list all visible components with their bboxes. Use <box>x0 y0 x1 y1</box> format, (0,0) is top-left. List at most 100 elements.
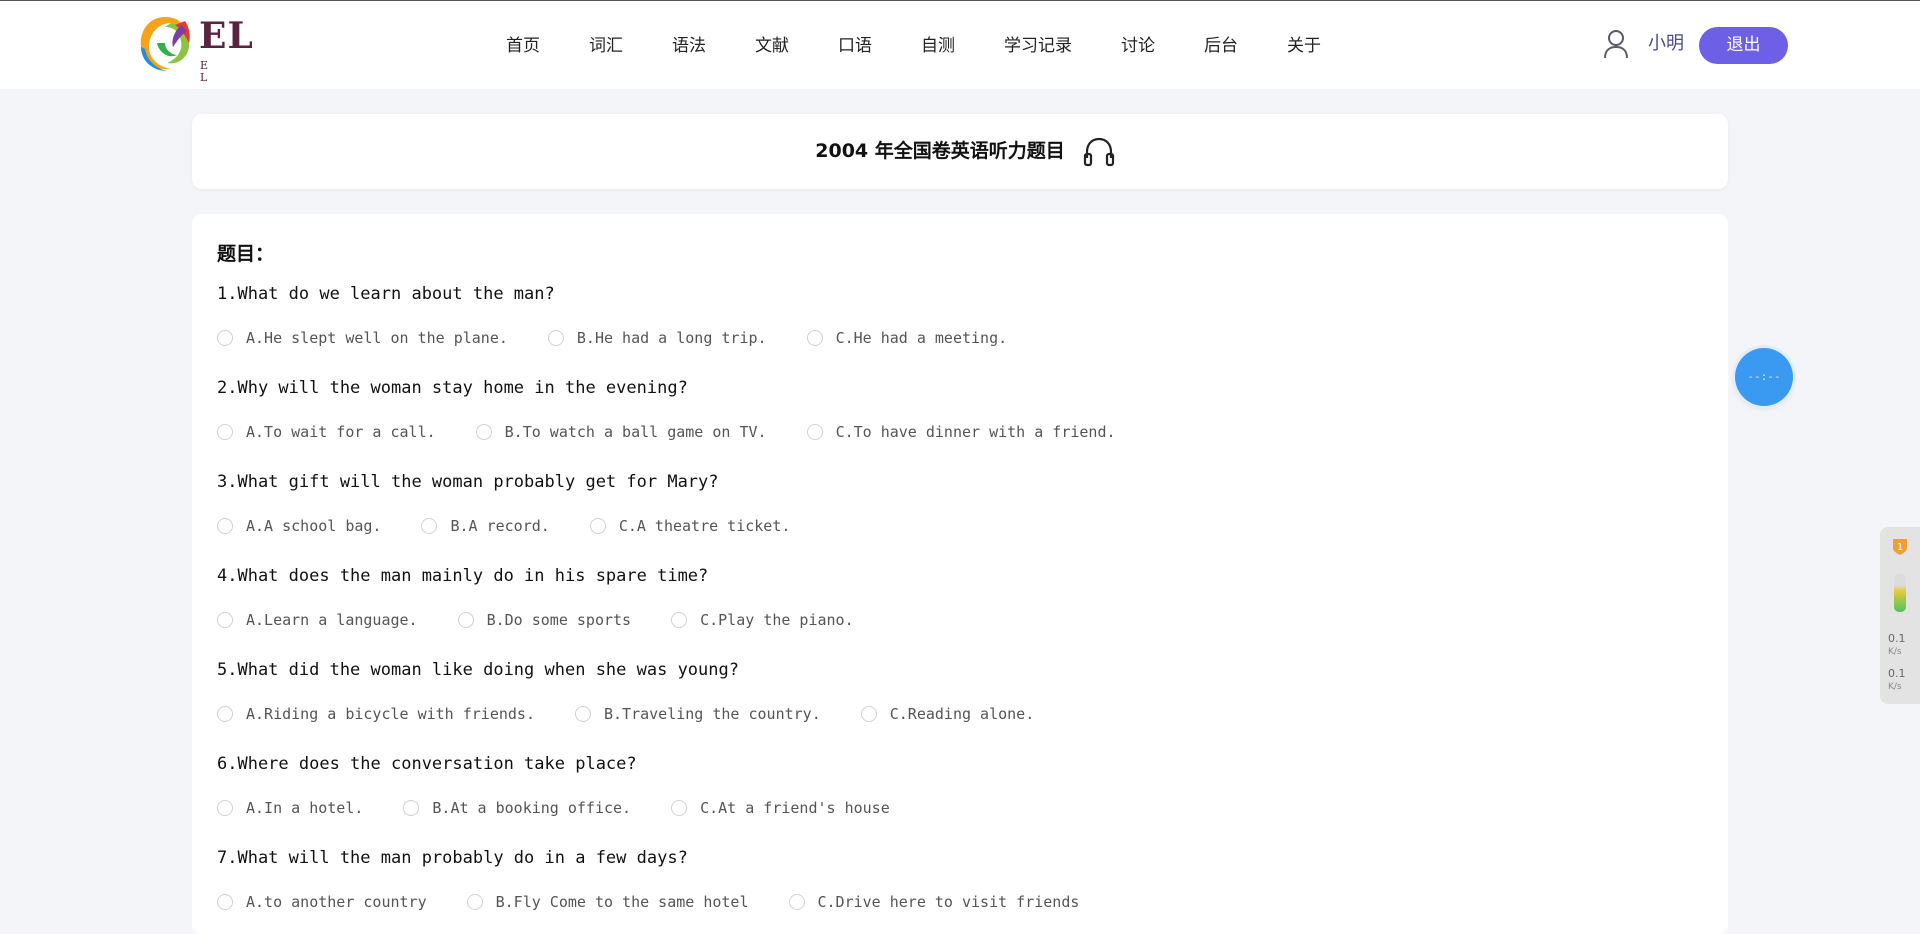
nav-item-study-records[interactable]: 学习记录 <box>1004 28 1072 64</box>
answer-option[interactable]: C.Play the piano. <box>671 610 854 630</box>
nav-item-speaking[interactable]: 口语 <box>838 28 872 64</box>
radio-button[interactable] <box>671 612 688 628</box>
question-item: 4.What does the man mainly do in his spa… <box>217 564 894 630</box>
answer-option[interactable]: B.He had a long trip. <box>547 328 767 348</box>
nav-item-vocabulary[interactable]: 词汇 <box>589 28 623 64</box>
timer-button[interactable]: --:-- <box>1735 348 1793 406</box>
nav-item-literature[interactable]: 文献 <box>755 28 789 64</box>
nav-item-about[interactable]: 关于 <box>1287 28 1321 64</box>
radio-button[interactable] <box>671 800 688 816</box>
nav-item-self-test[interactable]: 自测 <box>921 28 955 64</box>
answer-option[interactable]: C.At a friend's house <box>671 798 890 818</box>
option-text: A.A school bag. <box>246 517 382 535</box>
site-logo[interactable]: EL E L <box>137 13 257 84</box>
radio-button[interactable] <box>475 424 492 440</box>
question-text: 3.What gift will the woman probably get … <box>217 472 719 492</box>
option-text: A.To wait for a call. <box>246 423 436 441</box>
answer-option[interactable]: B.Fly Come to the same hotel <box>466 892 749 912</box>
option-text: C.At a friend's house <box>700 799 890 817</box>
option-text: B.Traveling the country. <box>603 705 821 723</box>
answer-option[interactable]: B.To watch a ball game on TV. <box>475 422 767 442</box>
radio-button[interactable] <box>574 706 591 722</box>
username-label[interactable]: 小明 <box>1648 31 1684 57</box>
download-unit: K/s <box>1888 682 1902 692</box>
answer-option[interactable]: A.To wait for a call. <box>217 422 436 442</box>
answer-options: A.In a hotel. B.At a booking office. C.At … <box>217 798 930 818</box>
nav-item-grammar[interactable]: 语法 <box>672 28 706 64</box>
option-text: B.Do some sports <box>486 611 632 629</box>
radio-button[interactable] <box>806 330 823 346</box>
answer-option[interactable]: C.He had a meeting. <box>806 328 1008 348</box>
answer-option[interactable]: A.to another country <box>217 892 427 912</box>
answer-options: A.To wait for a call. B.To watch a ball g… <box>217 422 1156 442</box>
answer-option[interactable]: B.Do some sports <box>457 610 632 630</box>
option-text: A.He slept well on the plane. <box>246 329 508 347</box>
radio-button[interactable] <box>217 424 233 440</box>
upload-unit: K/s <box>1888 647 1902 657</box>
answer-option[interactable]: C.To have dinner with a friend. <box>806 422 1116 442</box>
option-text: B.At a booking office. <box>432 799 632 817</box>
answer-option[interactable]: B.A record. <box>421 516 550 536</box>
question-text: 7.What will the man probably do in a few… <box>217 848 688 868</box>
badge-number: 1 <box>1897 542 1903 553</box>
answer-option[interactable]: A.He slept well on the plane. <box>217 328 508 348</box>
question-text: 4.What does the man mainly do in his spa… <box>217 566 709 586</box>
question-item: 6.Where does the conversation take place… <box>217 752 930 818</box>
logo-subtext: E L <box>200 59 228 84</box>
page-title: 2004 年全国卷英语听力题目 <box>815 140 1065 162</box>
question-item: 2.Why will the woman stay home in the ev… <box>217 376 1156 442</box>
question-item: 5.What did the woman like doing when she… <box>217 658 1074 724</box>
radio-button[interactable] <box>860 706 877 722</box>
radio-button[interactable] <box>217 800 233 816</box>
answer-option[interactable]: B.At a booking office. <box>403 798 631 818</box>
radio-button[interactable] <box>788 894 805 910</box>
radio-button[interactable] <box>217 706 233 722</box>
option-text: B.To watch a ball game on TV. <box>504 423 767 441</box>
option-text: C.Drive here to visit friends <box>817 893 1080 911</box>
option-text: C.Play the piano. <box>700 611 854 629</box>
radio-button[interactable] <box>217 894 233 910</box>
option-text: A.In a hotel. <box>246 799 364 817</box>
radio-button[interactable] <box>403 800 420 816</box>
answer-option[interactable]: C.Drive here to visit friends <box>788 892 1080 912</box>
radio-button[interactable] <box>806 424 823 440</box>
answer-options: A.to another country B.Fly Come to the sa… <box>217 892 1119 912</box>
radio-button[interactable] <box>589 518 606 534</box>
radio-button[interactable] <box>547 330 564 346</box>
answer-option[interactable]: A.Riding a bicycle with friends. <box>217 704 535 724</box>
logout-button[interactable]: 退出 <box>1699 27 1788 64</box>
logo-text: EL <box>199 15 254 57</box>
answer-option[interactable]: A.In a hotel. <box>217 798 363 818</box>
user-icon[interactable] <box>1603 29 1629 59</box>
radio-button[interactable] <box>217 330 233 346</box>
radio-button[interactable] <box>421 518 438 534</box>
radio-button[interactable] <box>217 518 233 534</box>
headphones-icon[interactable] <box>1082 136 1116 168</box>
option-text: B.He had a long trip. <box>576 329 767 347</box>
question-text: 1.What do we learn about the man? <box>217 284 555 304</box>
option-text: C.Reading alone. <box>889 705 1035 723</box>
option-text: B.Fly Come to the same hotel <box>495 893 749 911</box>
download-speed: 0.1 <box>1888 667 1906 680</box>
option-text: C.A theatre ticket. <box>618 517 791 535</box>
answer-option[interactable]: C.A theatre ticket. <box>589 516 791 536</box>
answer-options: A.A school bag. B.A record. C.A theatre ti… <box>217 516 830 536</box>
radio-button[interactable] <box>457 612 474 628</box>
answer-option[interactable]: A.A school bag. <box>217 516 381 536</box>
nav-item-home[interactable]: 首页 <box>506 28 540 64</box>
answer-option[interactable]: B.Traveling the country. <box>574 704 821 724</box>
upload-speed: 0.1 <box>1888 632 1906 645</box>
radio-button[interactable] <box>466 894 483 910</box>
main-nav: 首页 词汇 语法 文献 口语 自测 学习记录 讨论 后台 关于 <box>506 28 1370 64</box>
answer-option[interactable]: A.Learn a language. <box>217 610 418 630</box>
section-label: 题目： <box>217 243 275 265</box>
nav-item-discussion[interactable]: 讨论 <box>1121 28 1155 64</box>
nav-item-admin[interactable]: 后台 <box>1204 28 1238 64</box>
option-text: C.He had a meeting. <box>835 329 1008 347</box>
question-text: 6.Where does the conversation take place… <box>217 754 637 774</box>
badge-icon: 1 <box>1893 539 1907 555</box>
question-text: 5.What did the woman like doing when she… <box>217 660 739 680</box>
answer-options: A.He slept well on the plane. B.He had a … <box>217 328 1047 348</box>
answer-option[interactable]: C.Reading alone. <box>860 704 1035 724</box>
radio-button[interactable] <box>217 612 233 628</box>
